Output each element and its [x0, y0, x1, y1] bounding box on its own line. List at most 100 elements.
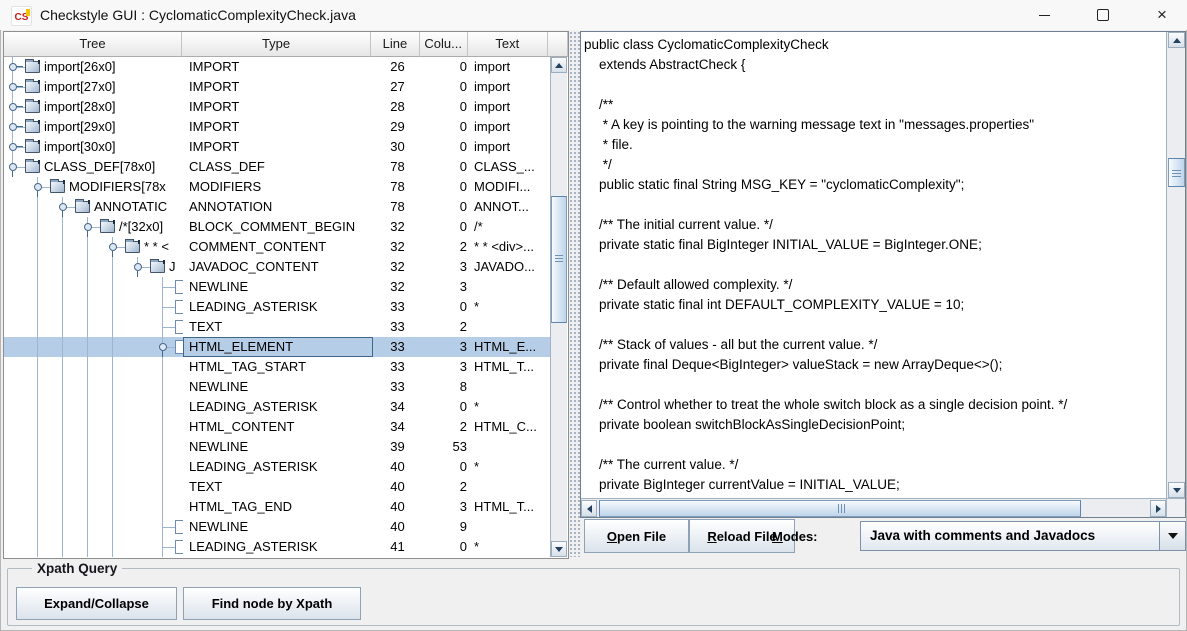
- tree-table-row[interactable]: import[28x0]IMPORT280import: [4, 97, 551, 117]
- line-cell: 40: [373, 457, 422, 477]
- scroll-right-button[interactable]: [1150, 500, 1166, 517]
- tree-cell: [4, 537, 183, 557]
- scroll-down-button[interactable]: [551, 541, 567, 557]
- tree-table-row[interactable]: JJAVADOC_CONTENT323JAVADO...: [4, 257, 551, 277]
- source-horizontal-scrollbar[interactable]: [581, 498, 1166, 517]
- tree-table-row[interactable]: import[30x0]IMPORT300import: [4, 137, 551, 157]
- tree-guide-dash: [91, 227, 100, 228]
- tree-expander-icon[interactable]: [84, 223, 92, 231]
- tree-table-vertical-scrollbar[interactable]: [550, 57, 567, 557]
- tree-node-label: MODIFIERS[78x: [69, 177, 166, 197]
- expand-collapse-button[interactable]: Expand/Collapse: [16, 587, 177, 620]
- tree-table-row[interactable]: import[27x0]IMPORT270import: [4, 77, 551, 97]
- tree-table-row[interactable]: HTML_TAG_END403HTML_T...: [4, 497, 551, 517]
- tree-table-row[interactable]: /*[32x0]BLOCK_COMMENT_BEGIN320/*: [4, 217, 551, 237]
- tree-table-row[interactable]: MODIFIERS[78xMODIFIERS780MODIFI...: [4, 177, 551, 197]
- tree-expander-icon[interactable]: [9, 123, 17, 131]
- tree-expander-icon[interactable]: [9, 143, 17, 151]
- tree-guide-line: [62, 417, 63, 437]
- type-cell: IMPORT: [183, 137, 373, 157]
- tree-table-row[interactable]: NEWLINE3953: [4, 437, 551, 457]
- tree-cell: import[26x0]: [4, 57, 183, 77]
- column-header-tree[interactable]: Tree: [4, 32, 182, 57]
- tree-expander-icon[interactable]: [59, 203, 67, 211]
- tree-table-row[interactable]: TEXT402: [4, 477, 551, 497]
- triangle-up-icon: [555, 63, 563, 68]
- tree-expander-icon[interactable]: [134, 263, 142, 271]
- tree-table-row[interactable]: HTML_ELEMENT333HTML_E...: [4, 337, 551, 357]
- tree-guide-line: [37, 277, 38, 297]
- tree-table-row[interactable]: LEADING_ASTERISK340*: [4, 397, 551, 417]
- line-cell: 40: [373, 517, 422, 537]
- tree-expander-icon[interactable]: [109, 243, 117, 251]
- tree-table-row[interactable]: NEWLINE338: [4, 377, 551, 397]
- tree-expander-icon[interactable]: [9, 83, 17, 91]
- tree-cell: [4, 437, 183, 457]
- tree-expander-icon[interactable]: [9, 163, 17, 171]
- tree-expander-icon[interactable]: [9, 63, 17, 71]
- close-button[interactable]: ×: [1139, 0, 1185, 30]
- scrollbar-thumb[interactable]: [551, 196, 567, 323]
- text-cell: [470, 277, 551, 297]
- tree-table-row[interactable]: * * <COMMENT_CONTENT322* * <div>...: [4, 237, 551, 257]
- scrollbar-thumb[interactable]: [1168, 158, 1185, 187]
- scrollbar-thumb[interactable]: [599, 500, 1081, 517]
- tree-table-row[interactable]: ANNOTATICANNOTATION780ANNOT...: [4, 197, 551, 217]
- tree-table-row[interactable]: LEADING_ASTERISK330*: [4, 297, 551, 317]
- tree-guide-line: [37, 497, 38, 517]
- tree-guide-line: [162, 357, 163, 377]
- folder-icon: [75, 201, 90, 213]
- split-divider[interactable]: [569, 31, 580, 557]
- find-node-by-xpath-button[interactable]: Find node by Xpath: [183, 587, 361, 620]
- column-header-text[interactable]: Text: [468, 32, 549, 57]
- tree-table-row[interactable]: CLASS_DEF[78x0]CLASS_DEF780CLASS_...: [4, 157, 551, 177]
- open-file-button[interactable]: Open File: [584, 519, 689, 553]
- column-header-colu[interactable]: Colu...: [420, 32, 468, 57]
- source-code[interactable]: public class CyclomaticComplexityCheck e…: [581, 32, 1166, 495]
- tree-expander-icon[interactable]: [34, 183, 42, 191]
- tree-table-row[interactable]: LEADING_ASTERISK410*: [4, 537, 551, 557]
- scroll-up-button[interactable]: [551, 57, 567, 73]
- type-cell: NEWLINE: [183, 517, 373, 537]
- tree-node-label: ANNOTATIC: [94, 197, 167, 217]
- tree-expander-icon[interactable]: [159, 343, 167, 351]
- tree-guide-line: [112, 537, 113, 557]
- title-bar[interactable]: CS Checkstyle GUI : CyclomaticComplexity…: [0, 0, 1187, 30]
- tree-guide-line: [37, 237, 38, 257]
- text-cell: import: [470, 117, 551, 137]
- tree-table-row[interactable]: TEXT332: [4, 317, 551, 337]
- checkstyle-gui-window: { "colors": { "selection": "#b6cde7", "f…: [0, 0, 1187, 631]
- tree-table-row[interactable]: import[26x0]IMPORT260import: [4, 57, 551, 77]
- maximize-icon: [1097, 9, 1109, 21]
- tree-table-row[interactable]: HTML_TAG_START333HTML_T...: [4, 357, 551, 377]
- tree-guide-line: [87, 457, 88, 477]
- column-header-type[interactable]: Type: [182, 32, 371, 57]
- scroll-left-button[interactable]: [581, 500, 597, 517]
- tree-guide-line: [112, 277, 113, 297]
- tree-table-row[interactable]: LEADING_ASTERISK400*: [4, 457, 551, 477]
- tree-cell: import[27x0]: [4, 77, 183, 97]
- modes-combobox[interactable]: Java with comments and Javadocs: [860, 521, 1186, 551]
- tree-cell: [4, 357, 183, 377]
- tree-guide-line: [112, 457, 113, 477]
- tree-expander-icon[interactable]: [9, 103, 17, 111]
- tree-guide-line: [62, 257, 63, 277]
- type-cell: IMPORT: [183, 117, 373, 137]
- tree-guide-dash: [16, 147, 25, 148]
- tree-guide-line: [112, 517, 113, 537]
- column-header-line[interactable]: Line: [371, 32, 420, 57]
- line-cell: 30: [373, 137, 422, 157]
- tree-table-row[interactable]: NEWLINE409: [4, 517, 551, 537]
- source-vertical-scrollbar[interactable]: [1166, 32, 1185, 498]
- tree-table-row[interactable]: import[29x0]IMPORT290import: [4, 117, 551, 137]
- tree-table-row[interactable]: NEWLINE323: [4, 277, 551, 297]
- scroll-down-button[interactable]: [1168, 482, 1185, 498]
- tree-table-row[interactable]: HTML_CONTENT342HTML_C...: [4, 417, 551, 437]
- tree-cell: import[28x0]: [4, 97, 183, 117]
- tree-guide-dash: [116, 247, 125, 248]
- scroll-up-button[interactable]: [1168, 32, 1185, 48]
- combo-arrow-button[interactable]: [1159, 522, 1185, 550]
- tree-guide-line: [62, 217, 63, 237]
- maximize-button[interactable]: [1080, 0, 1126, 30]
- minimize-button[interactable]: [1021, 0, 1067, 30]
